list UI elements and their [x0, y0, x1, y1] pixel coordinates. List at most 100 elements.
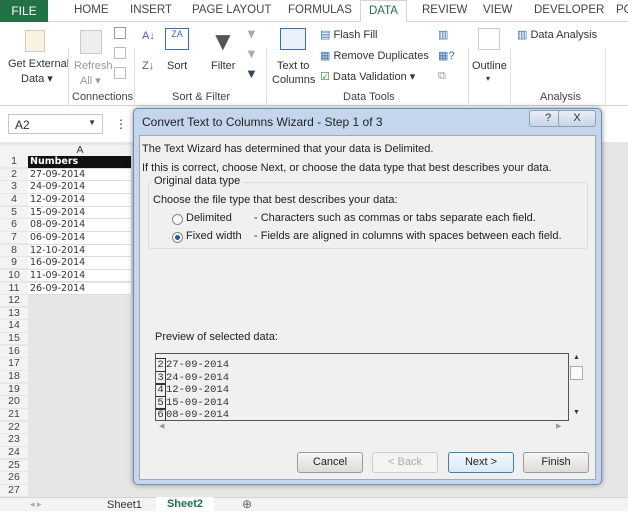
row-header[interactable]: 16 — [0, 345, 28, 358]
scroll-tabs-left-icon[interactable]: ◂ ▸ — [30, 499, 42, 510]
table-cell[interactable]: 15-09-2014 — [28, 206, 132, 220]
table-cell[interactable]: 16-09-2014 — [28, 257, 132, 270]
data-validation-button[interactable]: ☑ Data Validation ▾ — [320, 70, 415, 83]
header-cell[interactable]: Numbers — [28, 156, 132, 169]
row-header[interactable]: 18 — [0, 370, 28, 383]
row-header[interactable]: 7 — [0, 231, 28, 244]
scroll-down-icon[interactable]: ▼ — [573, 409, 580, 416]
consolidate-icon[interactable]: ▥ — [438, 28, 448, 41]
delimited-label[interactable]: Delimited — [186, 212, 232, 224]
row-header[interactable]: 11 — [0, 282, 28, 294]
sort-az-icon[interactable]: A↓ — [142, 30, 155, 42]
get-external-label: Get External — [8, 58, 70, 70]
tab-view[interactable]: VIEW — [483, 4, 512, 16]
tab-formulas[interactable]: FORMULAS — [288, 4, 352, 16]
tab-developer[interactable]: DEVELOPER — [534, 4, 604, 16]
row-header[interactable]: 8 — [0, 244, 28, 256]
row-header[interactable]: 23 — [0, 434, 28, 446]
row-header[interactable]: 26 — [0, 472, 28, 484]
scroll-up-icon[interactable]: ▲ — [573, 354, 580, 361]
table-cell[interactable]: 11-09-2014 — [28, 269, 132, 283]
preview-row-value: 12-09-2014 — [166, 384, 230, 396]
table-cell[interactable]: 24-09-2014 — [28, 181, 132, 194]
close-button[interactable]: X — [558, 110, 596, 127]
radio-button-selected[interactable] — [172, 232, 183, 243]
flash-fill-icon: ▤ — [320, 29, 334, 41]
flash-fill-button[interactable]: ▤ Flash Fill — [320, 28, 377, 41]
row-header[interactable]: 21 — [0, 408, 28, 421]
next-button[interactable]: Next > — [448, 452, 514, 473]
what-if-icon[interactable]: ▦? — [438, 49, 455, 62]
delimited-description: - Characters such as commas or tabs sepa… — [254, 212, 536, 224]
row-header[interactable]: 12 — [0, 294, 28, 307]
row-header[interactable]: 3 — [0, 181, 28, 193]
filter-button[interactable]: Filter — [211, 60, 235, 72]
tab-insert[interactable]: INSERT — [130, 4, 172, 16]
table-cell[interactable]: 27-09-2014 — [28, 168, 132, 182]
name-box[interactable]: A2 ▼ — [8, 114, 103, 134]
properties-icon[interactable] — [114, 47, 126, 59]
fixed-width-label[interactable]: Fixed width — [186, 230, 242, 242]
row-header[interactable]: 15 — [0, 332, 28, 345]
sheet-tab-sheet2[interactable]: Sheet2 — [156, 497, 214, 512]
edit-links-icon[interactable] — [114, 67, 126, 79]
preview-row: 3 24-09-2014 — [156, 370, 230, 385]
clear-filter-icon[interactable]: ▼ — [245, 26, 258, 41]
row-header[interactable]: 4 — [0, 193, 28, 206]
wizard-instruction: If this is correct, choose Next, or choo… — [142, 162, 552, 174]
data-analysis-button[interactable]: ▥ Data Analysis — [517, 28, 597, 41]
cancel-button[interactable]: Cancel — [297, 452, 363, 473]
add-sheet-icon[interactable]: ⊕ — [242, 497, 252, 511]
row-header[interactable]: 2 — [0, 168, 28, 180]
row-header[interactable]: 25 — [0, 459, 28, 471]
tab-home[interactable]: HOME — [74, 4, 109, 16]
connections-icon[interactable] — [114, 27, 126, 39]
sort-za-icon[interactable]: Z↓ — [142, 60, 154, 72]
preview-row-value: 24-09-2014 — [166, 371, 230, 384]
preview-vertical-scrollbar[interactable]: ▲ ▼ — [569, 353, 585, 421]
advanced-filter-icon[interactable]: ▼ — [245, 66, 258, 81]
table-cell[interactable]: 26-09-2014 — [28, 282, 132, 296]
tab-review[interactable]: REVIEW — [422, 4, 467, 16]
row-header[interactable]: 10 — [0, 269, 28, 282]
sheet-tab-sheet1[interactable]: Sheet1 — [107, 499, 142, 511]
row-header[interactable]: 9 — [0, 257, 28, 269]
table-cell[interactable]: 08-09-2014 — [28, 219, 132, 232]
row-header[interactable]: 5 — [0, 206, 28, 218]
column-header-a[interactable]: A — [28, 145, 132, 156]
sort-button[interactable]: Sort — [167, 60, 187, 72]
remove-duplicates-button[interactable]: ▦ Remove Duplicates — [320, 49, 429, 62]
preview-area[interactable]: 2 27-09-2014 3 24-09-2014 4 12-09-2014 5 15-09-… — [155, 353, 569, 421]
row-header[interactable]: 19 — [0, 383, 28, 395]
finish-button[interactable]: Finish — [523, 452, 589, 473]
row-header[interactable]: 17 — [0, 358, 28, 370]
tab-power[interactable]: PO — [616, 4, 628, 16]
row-header[interactable]: 13 — [0, 307, 28, 320]
tab-file[interactable]: FILE — [0, 0, 48, 22]
row-header[interactable]: 24 — [0, 446, 28, 459]
row-header[interactable]: 22 — [0, 421, 28, 433]
relationships-icon[interactable]: ⧉ — [438, 70, 446, 83]
table-cell[interactable]: 12-09-2014 — [28, 193, 132, 207]
preview-row-value: 08-09-2014 — [166, 409, 230, 421]
row-header[interactable]: 1 — [0, 155, 28, 168]
tab-data[interactable]: DATA — [360, 0, 407, 23]
row-header[interactable]: 14 — [0, 320, 28, 332]
preview-horizontal-scrollbar[interactable]: ◀ ▶ — [155, 422, 569, 434]
tab-page-layout[interactable]: PAGE LAYOUT — [192, 4, 271, 16]
scroll-left-icon[interactable]: ◀ — [159, 422, 164, 430]
radio-button[interactable] — [172, 214, 183, 225]
row-header[interactable]: 27 — [0, 484, 28, 497]
text-to-columns-dialog: Convert Text to Columns Wizard - Step 1 … — [133, 108, 602, 485]
chevron-down-icon[interactable]: ▼ — [88, 118, 96, 127]
preview-row: 4 12-09-2014 — [156, 383, 230, 397]
wizard-message: The Text Wizard has determined that your… — [142, 143, 434, 155]
row-header[interactable]: 20 — [0, 396, 28, 408]
row-header[interactable]: 6 — [0, 219, 28, 231]
reapply-icon[interactable]: ▼ — [245, 46, 258, 61]
table-cell[interactable]: 12-10-2014 — [28, 244, 132, 258]
scroll-right-icon[interactable]: ▶ — [556, 422, 561, 430]
scroll-thumb[interactable] — [570, 366, 583, 380]
table-cell[interactable]: 06-09-2014 — [28, 231, 132, 245]
back-button[interactable]: < Back — [372, 452, 438, 473]
